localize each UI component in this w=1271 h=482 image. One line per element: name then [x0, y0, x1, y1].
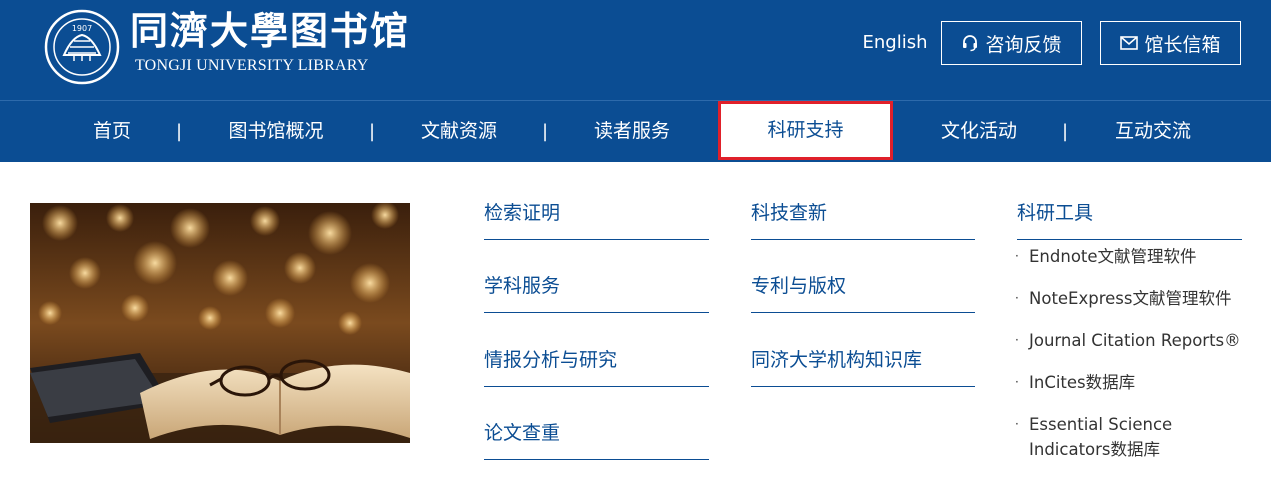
tool-item-jcr[interactable]: · Journal Citation Reports®: [1015, 328, 1255, 353]
nav-item-interaction[interactable]: 互动交流: [1101, 101, 1205, 162]
menu-link-research-tools[interactable]: 科研工具: [1017, 200, 1242, 240]
bullet: ·: [1015, 249, 1019, 263]
tool-item-label: Journal Citation Reports®: [1029, 331, 1241, 350]
menu-link-patent-copyright[interactable]: 专利与版权: [751, 273, 975, 313]
tool-item-noteexpress[interactable]: · NoteExpress文献管理软件: [1015, 286, 1255, 311]
bullet: ·: [1015, 417, 1019, 431]
nav-item-home[interactable]: 首页: [80, 101, 144, 162]
menu-link-intelligence-analysis[interactable]: 情报分析与研究: [484, 347, 709, 387]
menu-link-plagiarism-check[interactable]: 论文查重: [484, 420, 709, 460]
director-mailbox-label: 馆长信箱: [1144, 33, 1221, 56]
tool-item-incites[interactable]: · InCites数据库: [1015, 370, 1255, 395]
header-bar: 1907 同濟大學图书馆 TONGJI UNIVERSITY LIBRARY E…: [0, 0, 1271, 100]
english-link[interactable]: English: [862, 30, 928, 56]
nav-item-cultural-activities[interactable]: 文化活动: [927, 101, 1031, 162]
nav-item-overview[interactable]: 图书馆概况: [214, 101, 338, 162]
tool-item-esi[interactable]: · Essential Science Indicators数据库: [1015, 412, 1185, 462]
nav-separator: |: [175, 121, 183, 142]
menu-link-subject-services[interactable]: 学科服务: [484, 273, 709, 313]
nav-separator: |: [1061, 121, 1069, 142]
consult-feedback-label: 咨询反馈: [985, 33, 1062, 56]
library-name-en[interactable]: TONGJI UNIVERSITY LIBRARY: [135, 56, 405, 76]
seal-year: 1907: [72, 24, 92, 33]
nav-separator: |: [541, 121, 549, 142]
tool-item-label: Endnote文献管理软件: [1029, 247, 1197, 266]
menu-link-novelty-search[interactable]: 科技查新: [751, 200, 975, 240]
director-mailbox-button[interactable]: 馆长信箱: [1100, 21, 1241, 65]
bullet: ·: [1015, 291, 1019, 305]
headset-icon: [961, 34, 979, 52]
main-nav: 首页 | 图书馆概况 | 文献资源 | 读者服务 科研支持 文化活动 | 互动交…: [0, 100, 1271, 162]
university-seal-logo[interactable]: 1907: [44, 9, 120, 85]
consult-feedback-button[interactable]: 咨询反馈: [941, 21, 1082, 65]
tool-item-endnote[interactable]: · Endnote文献管理软件: [1015, 244, 1255, 269]
library-name-cn[interactable]: 同濟大學图书馆: [130, 8, 410, 54]
menu-link-retrieval-certificate[interactable]: 检索证明: [484, 200, 709, 240]
nav-item-reader-services[interactable]: 读者服务: [580, 101, 684, 162]
tool-item-label: Essential Science Indicators数据库: [1029, 415, 1173, 459]
tool-item-label: NoteExpress文献管理软件: [1029, 289, 1232, 308]
nav-separator: |: [368, 121, 376, 142]
envelope-icon: [1120, 36, 1139, 50]
nav-item-resources[interactable]: 文献资源: [407, 101, 511, 162]
tool-item-label: InCites数据库: [1029, 373, 1136, 392]
nav-item-research-support[interactable]: 科研支持: [718, 101, 893, 160]
menu-link-institutional-repository[interactable]: 同济大学机构知识库: [751, 347, 975, 387]
bullet: ·: [1015, 375, 1019, 389]
library-books-photo: [30, 203, 410, 443]
bullet: ·: [1015, 333, 1019, 347]
